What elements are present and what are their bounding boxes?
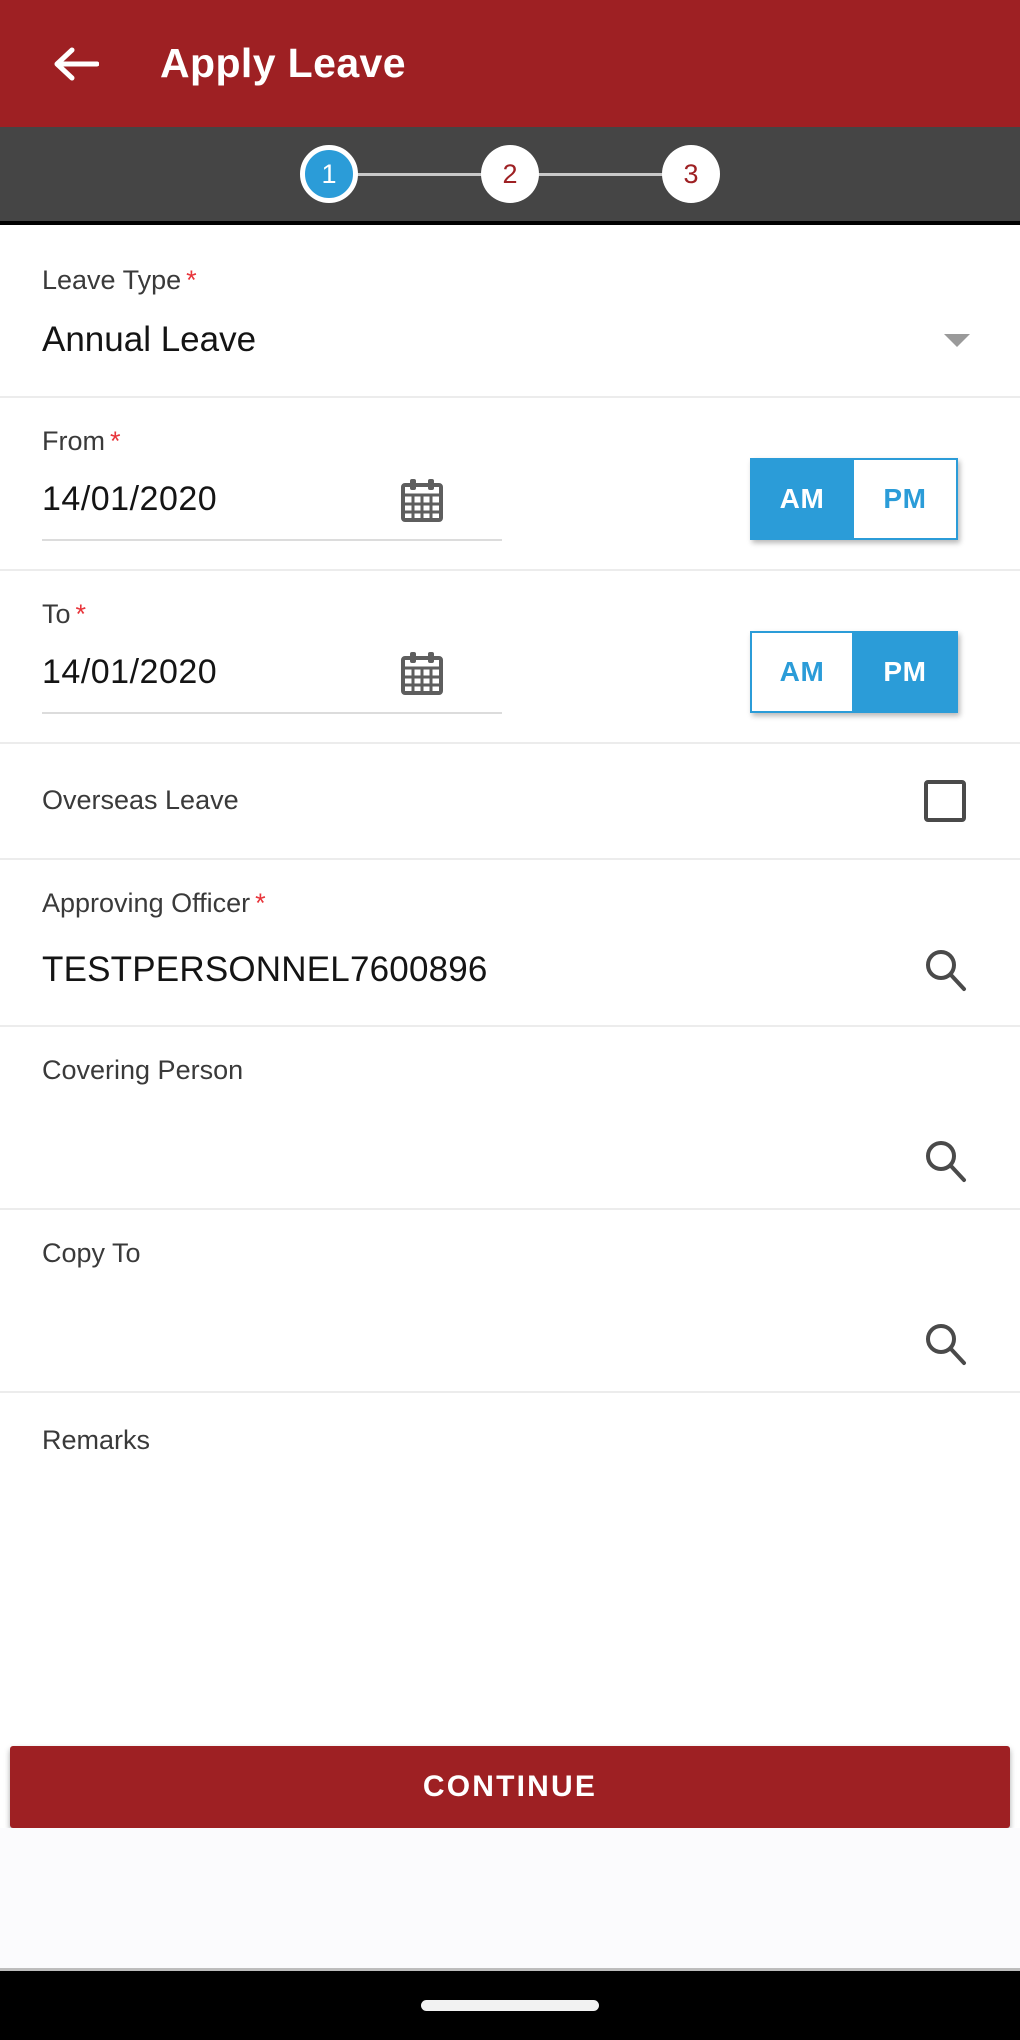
- page-title: Apply Leave: [160, 40, 406, 86]
- leave-type-label: Leave Type *: [42, 267, 978, 294]
- approving-officer-row: Approving Officer * TESTPERSONNEL7600896: [0, 860, 1020, 1027]
- to-required-mark: *: [75, 598, 87, 629]
- search-icon[interactable]: [922, 1321, 968, 1367]
- back-button[interactable]: [46, 34, 106, 94]
- from-ampm-toggle[interactable]: AM PM: [750, 457, 958, 540]
- leave-type-label-text: Leave Type: [42, 265, 182, 295]
- remarks-label: Remarks: [42, 1424, 151, 1455]
- from-date-input[interactable]: 14/01/2020: [42, 477, 502, 541]
- stepper-step-1-label: 1: [321, 158, 337, 189]
- approving-officer-label: Approving Officer *: [42, 887, 978, 918]
- to-date-field: To * 14/01/2020: [42, 598, 502, 714]
- home-indicator[interactable]: [421, 2000, 599, 2011]
- search-icon[interactable]: [922, 947, 968, 993]
- to-label-text: To: [42, 598, 71, 629]
- to-date-input[interactable]: 14/01/2020: [42, 650, 502, 714]
- overseas-leave-checkbox[interactable]: [924, 779, 966, 822]
- stepper-connector-2: [537, 172, 664, 176]
- copy-to-label: Copy To: [42, 1237, 141, 1268]
- from-label-text: From: [42, 425, 105, 456]
- leave-type-value: Annual Leave: [42, 320, 257, 359]
- system-navigation-bar: [0, 1968, 1020, 2040]
- footer-actions: CONTINUE: [0, 1732, 1020, 1828]
- search-icon[interactable]: [922, 1138, 968, 1184]
- arrow-left-icon: [53, 44, 99, 84]
- stepper-step-3[interactable]: 3: [662, 145, 720, 203]
- to-am-button[interactable]: AM: [750, 630, 854, 713]
- approving-officer-required-mark: *: [255, 887, 266, 918]
- remarks-row: Remarks: [0, 1393, 1020, 1733]
- leave-form: Leave Type * Annual Leave From * 14/01/202…: [0, 225, 1020, 1732]
- leave-type-required-mark: *: [186, 265, 197, 295]
- covering-person-field[interactable]: [42, 1106, 978, 1184]
- covering-person-row: Covering Person: [0, 1027, 1020, 1210]
- approving-officer-label-text: Approving Officer: [42, 887, 251, 918]
- chevron-down-icon[interactable]: [944, 333, 970, 347]
- app-screen: Apply Leave 1 2 3 Leave Type * Annual Lea…: [0, 0, 1020, 2040]
- to-ampm-toggle[interactable]: AM PM: [750, 630, 958, 713]
- stepper-step-3-label: 3: [683, 158, 699, 189]
- leave-type-row[interactable]: Leave Type * Annual Leave: [0, 225, 1020, 398]
- remarks-input[interactable]: [42, 1453, 978, 1719]
- from-required-mark: *: [110, 425, 121, 456]
- to-date-value: 14/01/2020: [42, 653, 218, 691]
- calendar-icon[interactable]: [400, 477, 444, 523]
- copy-to-row: Copy To: [0, 1210, 1020, 1393]
- from-am-button[interactable]: AM: [750, 457, 854, 540]
- overseas-leave-label: Overseas Leave: [42, 785, 239, 815]
- continue-button[interactable]: CONTINUE: [10, 1746, 1010, 1828]
- stepper-bar: 1 2 3: [0, 127, 1020, 225]
- bottom-spacer: [0, 1828, 1020, 1968]
- stepper: 1 2 3: [300, 145, 720, 203]
- stepper-step-2[interactable]: 2: [481, 145, 539, 203]
- from-date-value: 14/01/2020: [42, 480, 218, 518]
- covering-person-label: Covering Person: [42, 1054, 244, 1085]
- to-pm-button[interactable]: PM: [854, 630, 958, 713]
- overseas-leave-row[interactable]: Overseas Leave: [0, 744, 1020, 860]
- leave-type-select[interactable]: Annual Leave: [42, 320, 978, 360]
- from-pm-button[interactable]: PM: [854, 457, 958, 540]
- to-date-row: To * 14/01/2020 AM PM: [0, 571, 1020, 744]
- from-label: From *: [42, 425, 502, 456]
- copy-to-field[interactable]: [42, 1289, 978, 1367]
- from-date-row: From * 14/01/2020 AM PM: [0, 398, 1020, 571]
- stepper-step-1[interactable]: 1: [300, 145, 358, 203]
- approving-officer-field[interactable]: TESTPERSONNEL7600896: [42, 939, 978, 1001]
- stepper-step-2-label: 2: [502, 158, 518, 189]
- from-date-field: From * 14/01/2020: [42, 425, 502, 541]
- to-label: To *: [42, 598, 502, 629]
- calendar-icon[interactable]: [400, 650, 444, 696]
- stepper-connector-1: [356, 172, 483, 176]
- approving-officer-value: TESTPERSONNEL7600896: [42, 949, 488, 989]
- app-bar: Apply Leave: [0, 0, 1020, 127]
